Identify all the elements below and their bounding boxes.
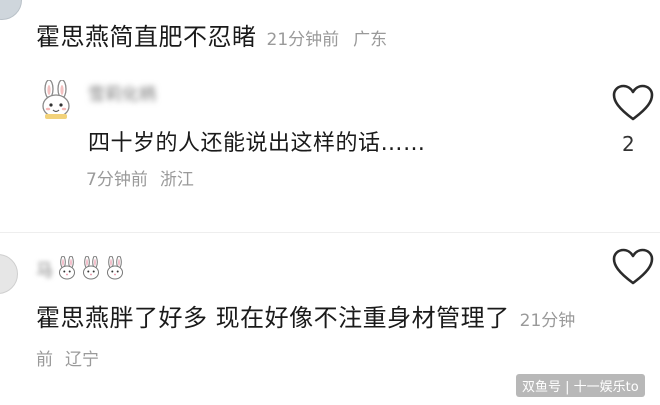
- user-avatar[interactable]: [0, 0, 22, 20]
- bunny-avatar[interactable]: [36, 79, 76, 120]
- rabbit-face-icon: [105, 255, 125, 288]
- watermark: 双鱼号 | 十一娱乐to: [516, 374, 645, 397]
- comment-item: 霍思燕简直肥不忍睹 21分钟前 广东: [36, 20, 387, 57]
- rabbit-face-icon: [81, 255, 101, 288]
- reply-meta: 7分钟前 浙江: [86, 167, 194, 193]
- comment-location: 广东: [353, 30, 388, 50]
- comment-text: 霍思燕简直肥不忍睹: [36, 23, 257, 51]
- like-count: 2: [622, 132, 635, 156]
- divider: [0, 232, 660, 233]
- heart-outline-icon[interactable]: [612, 84, 654, 122]
- reply-username[interactable]: 雪莉化柄: [88, 84, 156, 106]
- reply-time: 7分钟前: [86, 170, 148, 190]
- reply-location: 浙江: [159, 170, 194, 190]
- username-text: 马: [36, 261, 53, 281]
- heart-outline-icon[interactable]: [612, 248, 654, 286]
- user-avatar[interactable]: [0, 254, 18, 294]
- rabbit-face-icon: [57, 255, 77, 288]
- comment-meta: 21分钟前 广东: [267, 30, 388, 50]
- comment-time: 21分钟前: [266, 30, 340, 50]
- reply-comment-text: 四十岁的人还能说出这样的话……: [88, 131, 426, 156]
- comment-item: 霍思燕胖了好多 现在好像不注重身材管理了 21分钟前 辽宁: [36, 300, 576, 378]
- comment-text: 霍思燕胖了好多 现在好像不注重身材管理了: [36, 304, 510, 332]
- comment-username[interactable]: 马: [36, 255, 125, 288]
- comment-location: 辽宁: [65, 350, 99, 370]
